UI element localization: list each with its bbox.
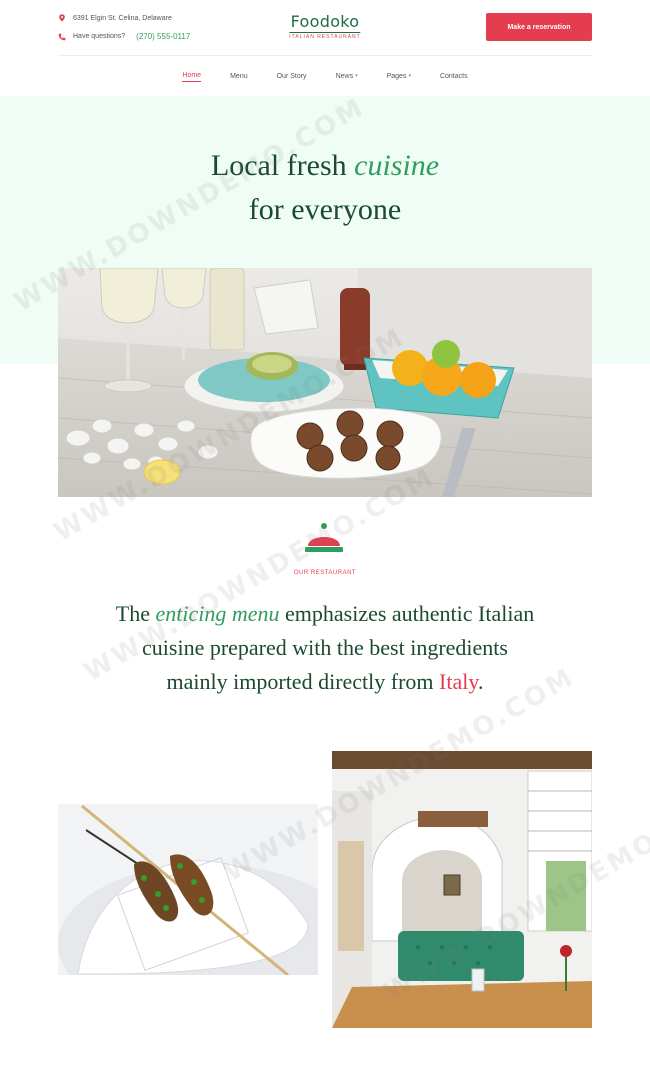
hero-line1-accent: cuisine [354, 149, 440, 182]
nav-item-label: News [335, 72, 354, 80]
nav-item-label: Contacts [439, 72, 468, 80]
nav-item-label: Our Story [276, 72, 307, 80]
nav-item-label: Menu [230, 72, 248, 80]
statement-highlight: Italy [439, 669, 478, 694]
phone-label: Have questions? [73, 33, 126, 40]
nav-item-contacts[interactable]: Contacts [440, 70, 468, 82]
logo-name: Foodoko [290, 12, 360, 31]
nav-item-news[interactable]: News ▾ [336, 70, 358, 82]
chevron-down-icon: ▾ [408, 73, 411, 79]
section-eyebrow: OUR RESTAURANT [293, 570, 357, 576]
hero-line2-text: for everyone [248, 193, 402, 226]
make-reservation-button[interactable]: Make a reservation [486, 13, 592, 41]
statement-end: . [477, 669, 484, 694]
site-header: 6391 Elgin St. Celina, Delaware Have que… [58, 0, 592, 56]
nav-item-pages[interactable]: Pages ▾ [387, 70, 411, 82]
address-text: 6391 Elgin St. Celina, Delaware [73, 14, 172, 22]
site-logo[interactable]: Foodoko ITALIAN RESTAURANT [289, 12, 361, 40]
phone-icon [58, 33, 66, 40]
address-line: 6391 Elgin St. Celina, Delaware [58, 14, 172, 22]
nav-item-label: Home [182, 72, 202, 79]
main-nav: Home Menu Our Story News ▾ Pages ▾ Conta… [0, 70, 650, 82]
hero-heading: Local fresh cuisine for everyone [0, 144, 650, 232]
nav-item-label: Pages [386, 72, 407, 80]
statement-part: The [115, 601, 150, 626]
skewer-dish-image [58, 804, 318, 975]
chevron-down-icon: ▾ [355, 73, 358, 79]
location-pin-icon [59, 14, 65, 22]
interior-photo-illustration [332, 751, 592, 1028]
cloche-icon [305, 523, 343, 552]
logo-tagline: ITALIAN RESTAURANT [289, 32, 361, 40]
skewer-photo-illustration [58, 804, 318, 975]
statement-accent: enticing menu [155, 601, 280, 626]
phone-line: Have questions? (270) 555-0117 [58, 32, 190, 41]
nav-item-our-story[interactable]: Our Story [277, 70, 307, 82]
phone-number-link[interactable]: (270) 555-0117 [136, 32, 190, 41]
nav-item-home[interactable]: Home [182, 70, 202, 82]
restaurant-statement: The enticing menu emphasizes authentic I… [110, 597, 540, 699]
restaurant-interior-image [332, 751, 592, 1028]
nav-item-menu[interactable]: Menu [230, 70, 248, 82]
hero-line1-text: Local fresh [210, 149, 347, 182]
table-photo-illustration [58, 268, 592, 497]
hero-food-table-image [58, 268, 592, 497]
